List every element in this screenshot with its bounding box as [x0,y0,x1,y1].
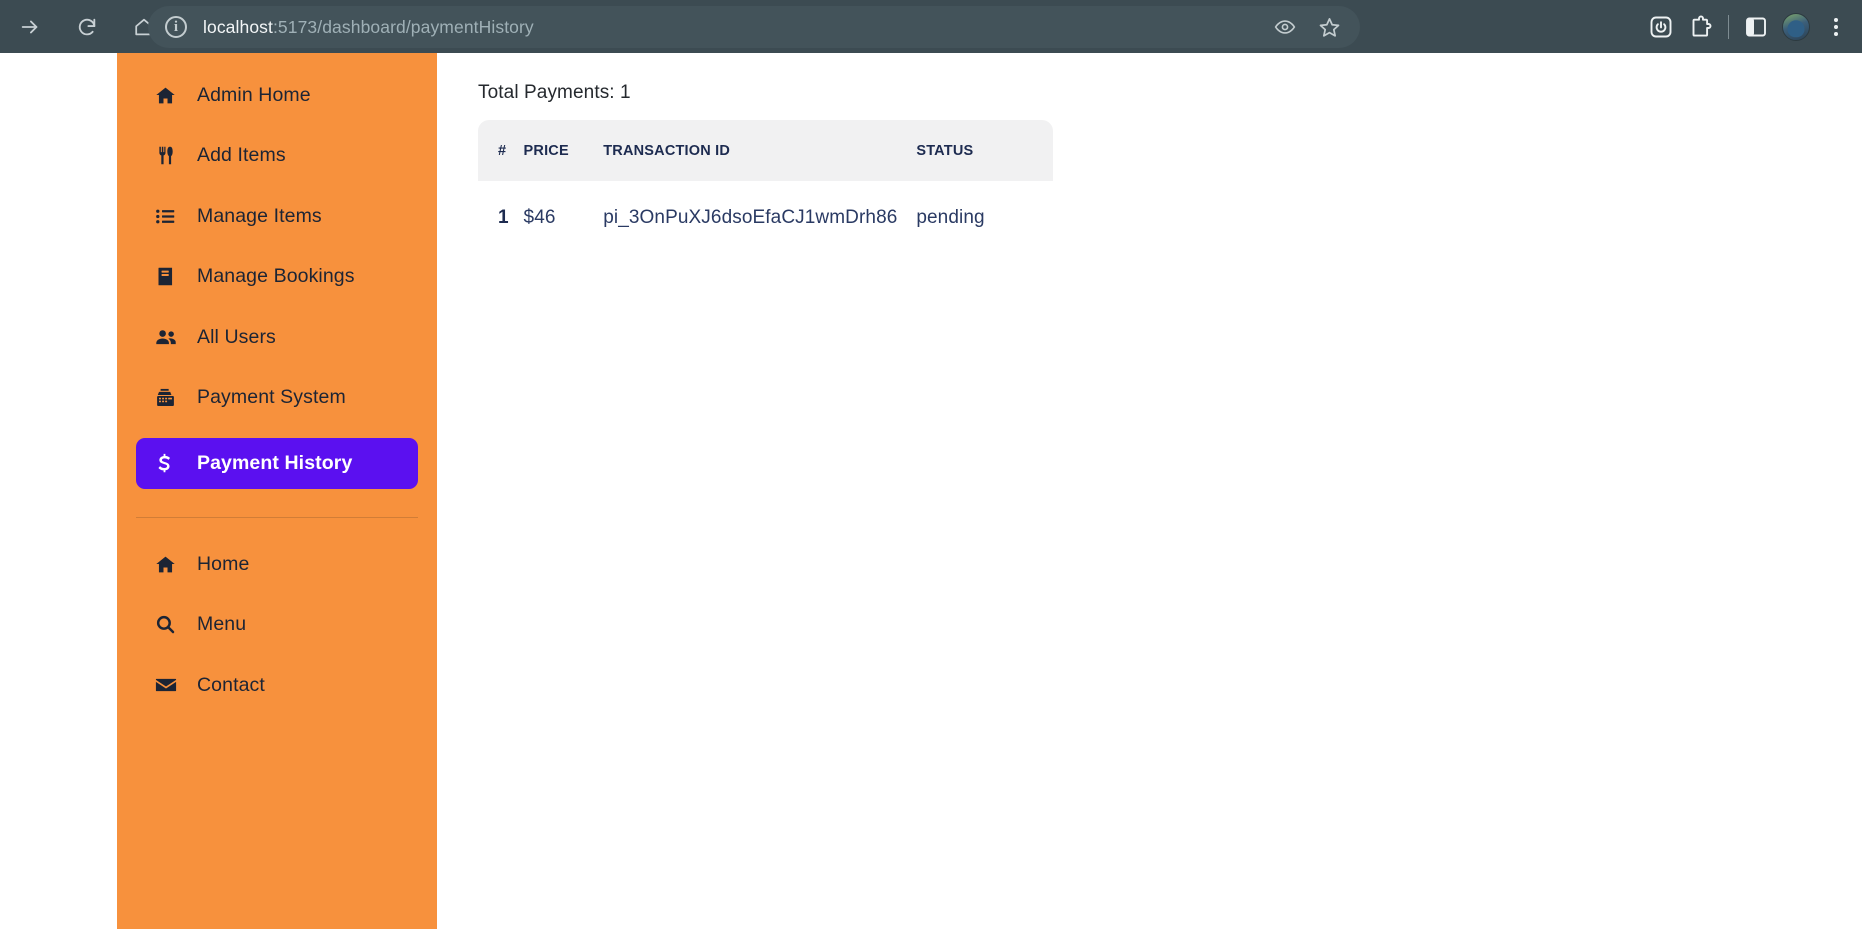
sidebar-item-menu[interactable]: Menu [136,605,418,645]
browser-action-icons [1641,0,1862,53]
sidebar-item-add-items[interactable]: Add Items [136,136,418,176]
url-path: :5173/dashboard/paymentHistory [272,16,534,37]
address-bar-url: localhost:5173/dashboard/paymentHistory [203,17,534,38]
cell-status: pending [916,207,985,228]
sidebar-item-payment-history[interactable]: Payment History [136,438,418,489]
search-icon [155,614,181,635]
sidebar-item-label: Menu [197,613,247,635]
table-head: # Price Transaction Id Status [478,120,1053,181]
sidebar-item-all-users[interactable]: All Users [136,317,418,357]
kebab-glyph [1834,17,1838,36]
profile-avatar[interactable] [1776,7,1816,47]
sidebar-item-manage-items[interactable]: Manage Items [136,196,418,236]
eye-icon[interactable] [1268,10,1302,44]
forward-arrow-icon[interactable] [8,5,52,49]
sidebar-item-label: Manage Bookings [197,265,355,287]
address-bar[interactable]: i localhost:5173/dashboard/paymentHistor… [148,6,1360,48]
utensils-icon [155,145,181,166]
browser-toolbar: i localhost:5173/dashboard/paymentHistor… [0,0,1862,53]
star-icon[interactable] [1312,10,1346,44]
sidebar-item-label: Manage Items [197,204,322,227]
cell-index: 1 [498,207,509,228]
column-header-price: Price [523,143,569,159]
toolbar-divider [1728,14,1729,39]
book-icon [155,266,181,287]
page-body: Admin Home Add Items Manage Items Manage… [0,53,1862,929]
list-icon [155,206,181,227]
sidebar-item-admin-home[interactable]: Admin Home [136,75,418,115]
sidebar-item-label: Admin Home [197,83,311,106]
table-row[interactable]: 1 $46 pi_3OnPuXJ6dsoEfaCJ1wmDrh86 pendin… [478,181,1053,253]
house-icon [155,85,181,106]
table-body: 1 $46 pi_3OnPuXJ6dsoEfaCJ1wmDrh86 pendin… [478,181,1053,253]
envelope-icon [155,674,181,696]
column-header-index: # [498,143,507,159]
sidebar-item-label: All Users [197,325,276,348]
site-info-glyph: i [173,18,179,35]
sidebar-divider [136,517,418,518]
payment-history-table: # Price Transaction Id Status 1 $46 pi_3… [478,120,1053,253]
house-icon [155,554,181,575]
payment-history-table-wrapper: # Price Transaction Id Status 1 $46 pi_3… [478,120,1053,253]
sidebar-item-contact[interactable]: Contact [136,665,418,705]
site-info-icon[interactable]: i [165,16,187,38]
dashboard-sidebar: Admin Home Add Items Manage Items Manage… [117,53,437,929]
avatar [1782,12,1810,41]
table-header-row: # Price Transaction Id Status [478,120,1053,181]
cell-price: $46 [523,207,556,228]
sidebar-item-label: Home [197,552,250,575]
reload-icon[interactable] [65,5,109,49]
sidebar-item-home[interactable]: Home [136,544,418,584]
cell-transaction-id: pi_3OnPuXJ6dsoEfaCJ1wmDrh86 [603,207,898,228]
sidebar-item-label: Payment System [197,386,346,408]
side-panel-icon[interactable] [1736,7,1776,47]
cash-register-icon [155,387,181,408]
sidebar-item-label: Payment History [197,452,353,474]
sidebar-item-label: Contact [197,673,265,696]
power-icon[interactable] [1641,7,1681,47]
sidebar-item-payment-system[interactable]: Payment System [136,378,418,418]
main-content: Total Payments: 1 # Price Transaction Id… [437,53,1862,929]
column-header-transaction-id: Transaction Id [603,143,731,159]
sidebar-site-section: Home Menu Contact [117,544,437,705]
dollar-sign-icon [155,453,181,475]
url-host: localhost [203,16,273,37]
three-dot-menu-icon[interactable] [1816,7,1856,47]
extensions-icon[interactable] [1681,7,1721,47]
sidebar-item-manage-bookings[interactable]: Manage Bookings [136,257,418,297]
column-header-status: Status [916,143,974,159]
users-icon [155,326,181,348]
total-payments-label: Total Payments: 1 [478,82,631,103]
sidebar-item-label: Add Items [197,144,286,166]
